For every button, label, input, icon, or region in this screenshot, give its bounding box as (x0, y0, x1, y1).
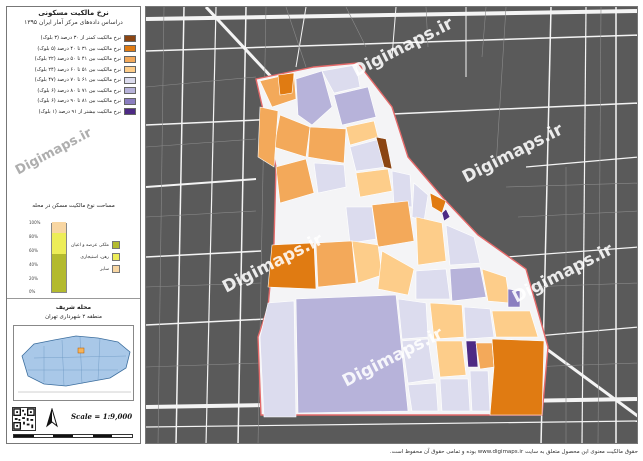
legend-swatch (124, 34, 136, 42)
legend-list: نرخ مالکیت کمتر از ۳۰ درصد (۳ بلوک) نرخ … (11, 33, 136, 117)
legend-label: نرخ مالکیت بین ۵۱ تا ۶۰ درصد (۲۴ بلوک) (34, 66, 121, 73)
legend-swatch (124, 108, 136, 116)
copyright-footer: حقوق مالکیت معنوی این محصول متعلق به سای… (389, 449, 638, 455)
map-sheet: نرخ مالکیت مسکونی دراساس داده‌های مرکز آ… (0, 0, 643, 461)
axis-tick: 0% (29, 289, 36, 294)
chart-legend-label: رهن، استیجاری (80, 254, 109, 260)
legend-item: نرخ مالکیت بین ۸۱ تا ۹۰ درصد (۶ بلوک) (11, 96, 136, 107)
legend-item: نرخ مالکیت بین ۳۱ تا ۴۰ درصد (۵ بلوک) (11, 44, 136, 55)
map-canvas: Digimaps.ir Digimaps.ir Digimaps.ir Digi… (146, 7, 637, 443)
stacked-bar-segment (52, 222, 66, 233)
map-watermark: Digimaps.ir (349, 13, 457, 81)
block[interactable] (277, 72, 295, 96)
block[interactable] (407, 382, 439, 412)
block[interactable] (435, 340, 467, 378)
chart-legend: ملکی عرصه و اعیان رهن، استیجاری سایر (71, 239, 120, 275)
scale-bar (13, 434, 133, 438)
highlight-marker (77, 347, 85, 354)
legend-swatch (124, 87, 136, 95)
block[interactable] (415, 268, 451, 300)
divider (7, 298, 140, 299)
axis-tick: 60% (29, 248, 38, 253)
district-subtitle: منطقه ۲ شهرداری تهران (45, 314, 102, 320)
legend-label: نرخ مالکیت بین ۸۱ تا ۹۰ درصد (۶ بلوک) (37, 98, 121, 105)
legend-label: نرخ مالکیت بین ۷۱ تا ۸۰ درصد (۶ بلوک) (37, 87, 121, 94)
chart-legend-item: سایر (71, 263, 120, 275)
legend-panel: نرخ مالکیت مسکونی دراساس داده‌های مرکز آ… (6, 6, 141, 444)
tehran-outline (21, 335, 131, 387)
legend-label: نرخ مالکیت بین ۴۱ تا ۵۰ درصد (۲۲ بلوک) (34, 56, 121, 63)
main-map[interactable]: Digimaps.ir Digimaps.ir Digimaps.ir Digi… (145, 6, 638, 444)
legend-swatch (124, 45, 136, 53)
axis-tick: 100% (29, 220, 41, 225)
map-footer-block: Scale = 1:9,000 (7, 404, 140, 444)
stacked-bar-segment (52, 232, 66, 254)
north-arrow-icon (46, 408, 58, 428)
chart-legend-swatch (111, 253, 120, 261)
chart-axis: 100% 80% 60% 40% 20% 0% (29, 215, 49, 294)
axis-tick: 20% (29, 276, 38, 281)
block[interactable] (307, 126, 347, 164)
legend-item: نرخ مالکیت بین ۵۱ تا ۶۰ درصد (۲۴ بلوک) (11, 65, 136, 76)
legend-item: نرخ مالکیت بین ۷۱ تا ۸۰ درصد (۶ بلوک) (11, 86, 136, 97)
block[interactable] (371, 200, 415, 248)
block[interactable] (415, 216, 447, 266)
ownership-chart-title: مساحت نوع مالکیت مسکن در محله (32, 203, 115, 209)
legend-swatch (124, 66, 136, 74)
legend-label: نرخ مالکیت بیشتر از ۹۱ درصد (۱ بلوک) (38, 108, 121, 115)
legend-swatch (124, 76, 136, 84)
block[interactable] (345, 206, 377, 244)
axis-tick: 80% (29, 234, 38, 239)
legend-item: نرخ مالکیت بین ۶۱ تا ۷۰ درصد (۴۷ بلوک) (11, 75, 136, 86)
stacked-bar (51, 222, 67, 293)
legend-item: نرخ مالکیت کمتر از ۳۰ درصد (۳ بلوک) (11, 33, 136, 44)
legend-item: نرخ مالکیت بین ۴۱ تا ۵۰ درصد (۲۲ بلوک) (11, 54, 136, 65)
chart-legend-label: ملکی عرصه و اعیان (71, 242, 109, 248)
scale-label: Scale = 1:9,000 (71, 412, 133, 421)
legend-item: نرخ مالکیت بیشتر از ۹۱ درصد (۱ بلوک) (11, 107, 136, 118)
location-inset-map (13, 325, 134, 401)
qr-code-icon (12, 407, 36, 431)
legend-label: نرخ مالکیت بین ۳۱ تا ۴۰ درصد (۵ بلوک) (37, 45, 121, 52)
legend-subtitle: دراساس داده‌های مرکز آمار ایران ۱۳۹۵ (24, 19, 123, 26)
watermark: Digimaps.ir (13, 125, 95, 179)
legend-label: نرخ مالکیت بین ۶۱ تا ۷۰ درصد (۴۷ بلوک) (34, 77, 121, 84)
chart-legend-item: رهن، استیجاری (71, 251, 120, 263)
chart-legend-item: ملکی عرصه و اعیان (71, 239, 120, 251)
block[interactable] (491, 310, 539, 338)
inset-map-svg (18, 335, 131, 393)
block[interactable] (469, 370, 491, 412)
block[interactable] (439, 378, 471, 412)
legend-label: نرخ مالکیت کمتر از ۳۰ درصد (۳ بلوک) (40, 35, 121, 42)
map-watermark: Digimaps.ir (459, 119, 567, 187)
chart-legend-label: سایر (100, 266, 109, 272)
chart-legend-swatch (111, 265, 120, 273)
legend-swatch (124, 97, 136, 105)
neighbourhood-title: محله شریف (55, 304, 92, 311)
chart-legend-swatch (111, 241, 120, 249)
ownership-chart: 100% 80% 60% 40% 20% 0% ملکی عرصه و اعیا… (29, 215, 139, 295)
stacked-bar-segment (52, 253, 66, 292)
legend-swatch (124, 55, 136, 63)
block[interactable] (449, 266, 487, 302)
block[interactable] (489, 338, 545, 416)
block[interactable] (259, 300, 297, 418)
block[interactable] (463, 306, 495, 340)
axis-tick: 40% (29, 262, 38, 267)
legend-title: نرخ مالکیت مسکونی (38, 9, 109, 17)
